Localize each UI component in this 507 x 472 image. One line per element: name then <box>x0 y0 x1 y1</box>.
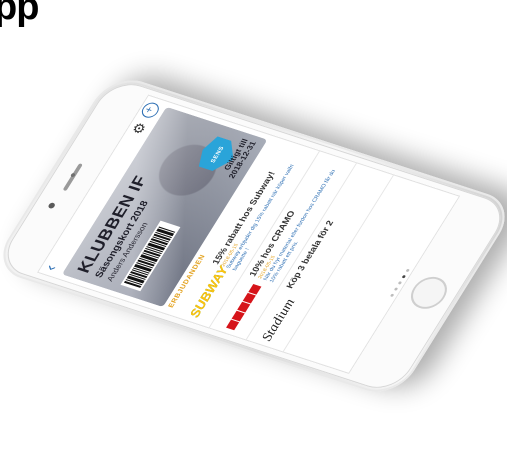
headline-fragment: pp <box>0 0 39 28</box>
gear-icon[interactable]: ⚙ <box>127 120 149 136</box>
plus-circle-icon[interactable]: + <box>138 100 162 120</box>
page-dot[interactable] <box>393 287 398 292</box>
page-dot[interactable] <box>396 281 402 286</box>
page-dot-active[interactable] <box>400 275 406 279</box>
stage: pp ‹ ⚙ + KLUBBEN IF Säsongskort 2018 And… <box>0 0 507 472</box>
page-dot[interactable] <box>404 269 410 273</box>
page-dot[interactable] <box>389 294 394 298</box>
badge-text: SENS <box>209 145 226 164</box>
phone: ‹ ⚙ + KLUBBEN IF Säsongskort 2018 Anders… <box>0 72 507 400</box>
chevron-left-icon[interactable]: ‹ <box>42 263 60 273</box>
